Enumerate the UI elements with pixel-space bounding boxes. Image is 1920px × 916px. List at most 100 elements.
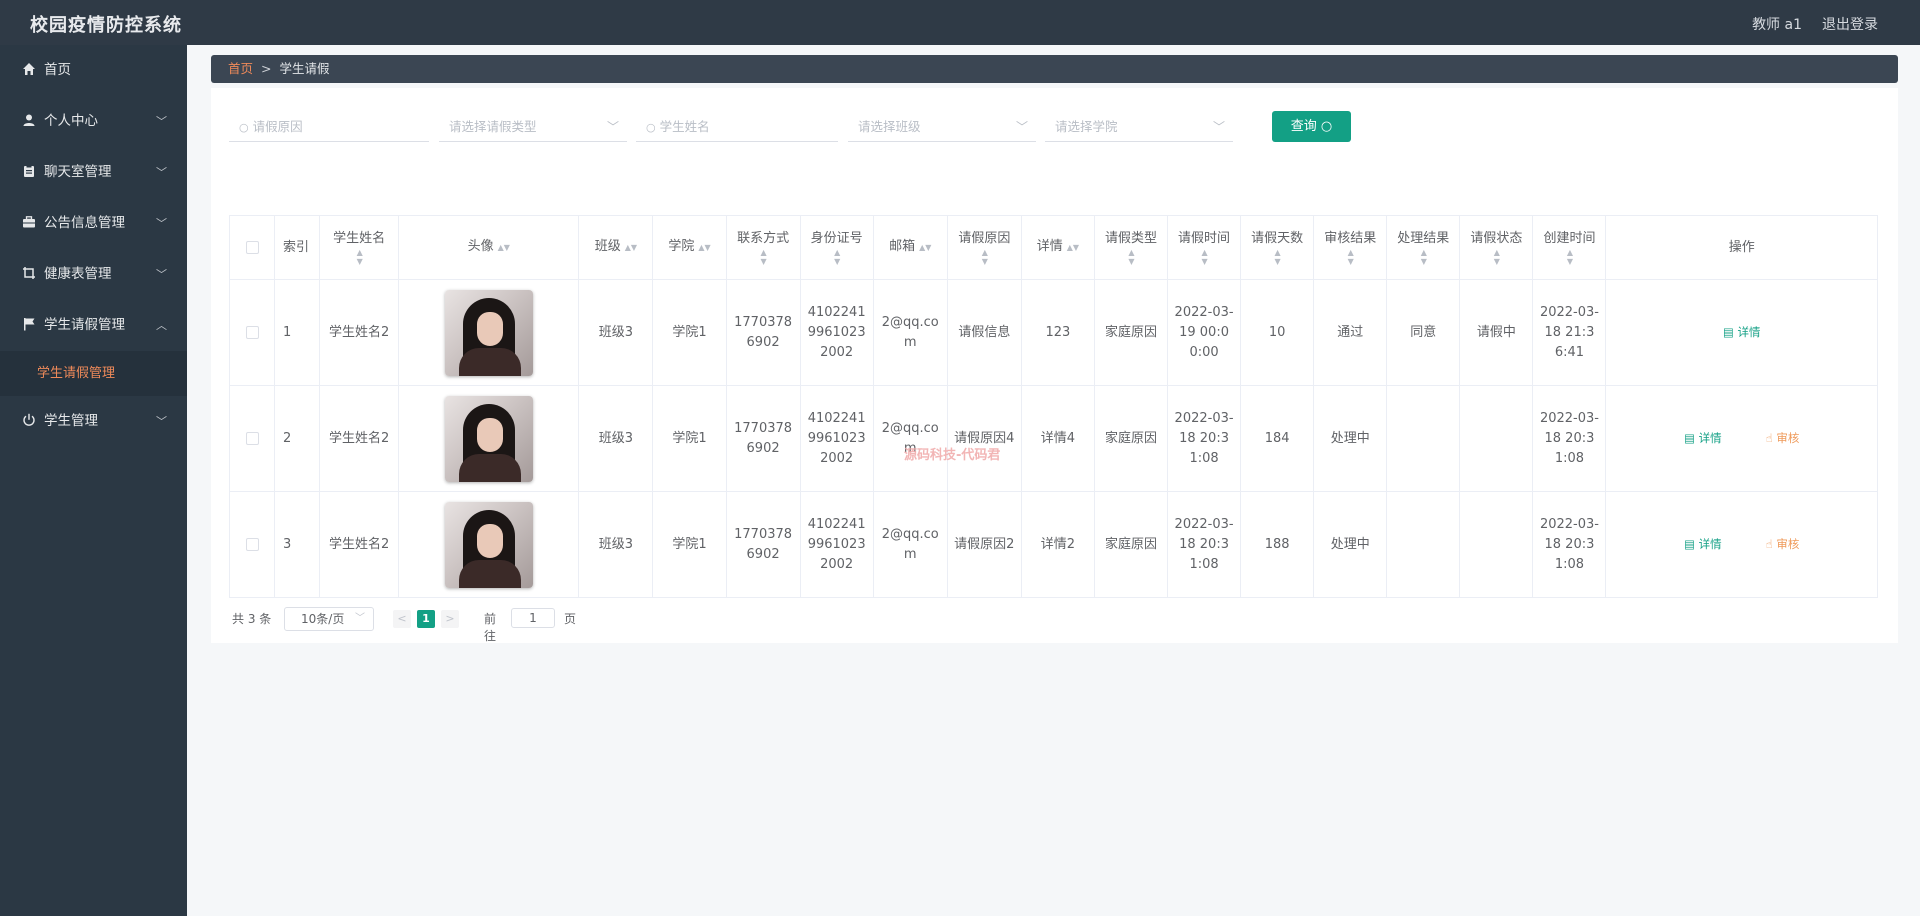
cell-created: 2022-03-18 20:31:08 [1532, 385, 1607, 492]
column-header-avatar[interactable]: 头像 ▲▼ [398, 215, 580, 280]
user-icon [23, 114, 35, 126]
sort-icon[interactable]: ▲▼ [1537, 248, 1601, 266]
sidebar-item-notice[interactable]: 公告信息管理 ﹀ [0, 198, 187, 249]
column-header-detail[interactable]: 详情 ▲▼ [1020, 215, 1095, 280]
cell-time: 2022-03-19 00:00:00 [1167, 279, 1242, 386]
row-checkbox[interactable] [245, 431, 259, 445]
column-header-type[interactable]: 请假类型 ▲ ▼ [1093, 215, 1169, 280]
column-header-created[interactable]: 创建时间 ▲ ▼ [1532, 215, 1607, 280]
sort-icon[interactable]: ▲▼ [1318, 248, 1382, 266]
audit-button-label: 审核 [1776, 537, 1800, 551]
sort-icon[interactable]: ▲▼ [1464, 248, 1528, 266]
goto-page-input[interactable]: 1 [511, 608, 555, 628]
column-header-phone[interactable]: 联系方式 ▲ ▼ [725, 215, 801, 280]
column-header-college[interactable]: 学院 ▲▼ [652, 215, 727, 280]
column-header-reason[interactable]: 请假原因 ▲ ▼ [946, 215, 1022, 280]
sidebar-subitem-leave-manage[interactable]: 学生请假管理 [0, 351, 187, 396]
detail-button[interactable]: ▤ 详情 [1723, 322, 1761, 342]
cell-email: 2@qq.com [872, 279, 948, 386]
detail-button-label: 详情 [1698, 431, 1722, 445]
row-checkbox[interactable] [245, 325, 259, 339]
sidebar-item-chatroom[interactable]: 聊天室管理 ﹀ [0, 147, 187, 198]
sort-icon[interactable]: ▲▼ [1067, 243, 1079, 252]
sort-icon[interactable]: ▲▼ [731, 248, 796, 266]
select-all-checkbox[interactable] [245, 240, 259, 254]
sort-icon[interactable]: ▲▼ [1245, 248, 1309, 266]
sidebar-item-label: 学生请假管理 [44, 317, 125, 333]
sort-icon[interactable]: ▲▼ [698, 243, 710, 252]
student-name-search-input[interactable]: ○ 学生姓名 [636, 112, 838, 142]
logout-button[interactable]: 退出登录 [1822, 14, 1878, 34]
watermark: 源码科技-代码君 [904, 448, 1001, 463]
leave-type-placeholder: 请选择请假类型 [449, 119, 537, 134]
sort-icon[interactable]: ▲▼ [805, 248, 869, 266]
row-checkbox[interactable] [245, 537, 259, 551]
cell-status: 请假中 [1459, 279, 1534, 386]
cell-days: 184 [1240, 385, 1315, 492]
cell-phone: 17703786902 [725, 279, 801, 386]
cell-created: 2022-03-18 21:36:41 [1532, 279, 1607, 386]
cell-avatar [398, 385, 580, 492]
sort-icon[interactable]: ▲▼ [498, 243, 510, 252]
sort-icon[interactable]: ▲▼ [952, 248, 1017, 266]
power-icon [23, 413, 35, 426]
column-header-status[interactable]: 请假状态 ▲ ▼ [1459, 215, 1534, 280]
sort-icon[interactable]: ▲▼ [1172, 248, 1236, 266]
sort-icon[interactable]: ▲▼ [324, 248, 394, 266]
sidebar-item-label: 聊天室管理 [44, 164, 112, 180]
sort-icon[interactable]: ▲▼ [625, 243, 637, 252]
cell-class: 班级3 [578, 385, 654, 492]
column-header-result[interactable]: 处理结果 ▲ ▼ [1386, 215, 1461, 280]
sort-icon[interactable]: ▲▼ [1099, 248, 1163, 266]
detail-button[interactable]: ▤ 详情 [1684, 534, 1722, 554]
query-button[interactable]: 查询 ○ [1272, 111, 1351, 142]
sidebar-item-personal[interactable]: 个人中心 ﹀ [0, 96, 187, 147]
chevron-down-icon: ﹀ [156, 115, 167, 128]
class-select[interactable]: 请选择班级 ﹀ [848, 112, 1036, 142]
column-header-label: 审核结果 [1324, 230, 1377, 246]
goto-label: 前往 [484, 612, 497, 643]
sidebar-item-students[interactable]: 学生管理 ﹀ [0, 396, 187, 447]
column-header-time[interactable]: 请假时间 ▲ ▼ [1167, 215, 1242, 280]
cell-audit: 处理中 [1313, 491, 1388, 598]
sidebar-item-label: 公告信息管理 [44, 215, 125, 231]
sidebar-item-health[interactable]: 健康表管理 ﹀ [0, 249, 187, 300]
column-header-email[interactable]: 邮箱 ▲▼ [872, 215, 948, 280]
page-number-current[interactable]: 1 [417, 610, 435, 628]
sidebar-item-home[interactable]: 首页 [0, 45, 187, 96]
cell-type: 家庭原因 [1093, 491, 1169, 598]
avatar [444, 289, 533, 376]
cell-idcard: 410224199610232002 [799, 491, 874, 598]
column-header-idcard[interactable]: 身份证号 ▲ ▼ [799, 215, 874, 280]
cell-time: 2022-03-18 20:31:08 [1167, 491, 1242, 598]
breadcrumb-home-link[interactable]: 首页 [228, 61, 253, 76]
next-page-button[interactable]: > [441, 610, 459, 628]
cell-audit: 处理中 [1313, 385, 1388, 492]
detail-button[interactable]: ▤ 详情 [1684, 428, 1722, 448]
cell-days: 10 [1240, 279, 1315, 386]
avatar [444, 501, 533, 588]
sort-icon[interactable]: ▲▼ [1391, 248, 1455, 266]
chevron-down-icon: ﹀ [606, 120, 619, 134]
column-header-name[interactable]: 学生姓名 ▲ ▼ [319, 215, 400, 280]
column-header-class[interactable]: 班级 ▲▼ [578, 215, 654, 280]
hand-icon: ☝ [1765, 431, 1773, 445]
college-select[interactable]: 请选择学院 ﹀ [1045, 112, 1233, 142]
audit-button[interactable]: ☝ 审核 [1766, 428, 1800, 448]
column-header-days[interactable]: 请假天数 ▲ ▼ [1240, 215, 1315, 280]
column-header-label: 学生姓名 [333, 230, 386, 246]
cell-class: 班级3 [578, 491, 654, 598]
audit-button[interactable]: ☝ 审核 [1766, 534, 1800, 554]
detail-button-label: 详情 [1698, 537, 1722, 551]
reason-search-input[interactable]: ○ 请假原因 [229, 112, 429, 142]
pagination-total: 共 3 条 [232, 612, 272, 626]
column-header-audit[interactable]: 审核结果 ▲ ▼ [1313, 215, 1388, 280]
leave-type-select[interactable]: 请选择请假类型 ﹀ [439, 112, 627, 142]
prev-page-button[interactable]: < [393, 610, 411, 628]
cell-phone: 17703786902 [725, 385, 801, 492]
page-size-select[interactable]: 10条/页 ﹀ [284, 607, 374, 631]
cell-ops: ▤ 详情 [1605, 279, 1878, 386]
sidebar-item-leave[interactable]: 学生请假管理 ︿ [0, 300, 187, 351]
app-title: 校园疫情防控系统 [30, 15, 182, 36]
sort-icon[interactable]: ▲▼ [919, 243, 931, 252]
